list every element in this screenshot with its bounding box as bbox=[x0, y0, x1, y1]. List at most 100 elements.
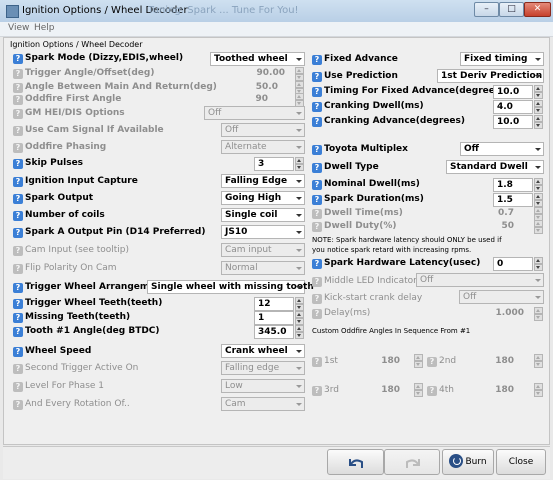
burn-button[interactable]: Burn bbox=[442, 449, 494, 475]
ignition-input-select[interactable]: Falling Edge bbox=[221, 174, 305, 188]
skip-pulses-spinner[interactable] bbox=[295, 157, 304, 171]
dwell-type-select[interactable]: Standard Dwell bbox=[446, 160, 544, 174]
spark-duration-input[interactable]: 1.5 bbox=[493, 193, 533, 207]
spark-mode-select[interactable]: Toothed wheel bbox=[210, 52, 305, 66]
help-icon[interactable]: ? bbox=[13, 313, 23, 323]
angle-2nd-spinner[interactable] bbox=[534, 354, 543, 368]
help-icon[interactable]: ? bbox=[13, 299, 23, 309]
help-icon[interactable]: ? bbox=[13, 126, 23, 136]
help-icon[interactable]: ? bbox=[312, 163, 322, 173]
tooth1-angle-spinner[interactable] bbox=[295, 325, 304, 339]
help-icon[interactable]: ? bbox=[312, 87, 322, 97]
help-icon[interactable]: ? bbox=[13, 109, 23, 119]
help-icon[interactable]: ? bbox=[13, 83, 23, 93]
menu-help[interactable]: Help bbox=[34, 23, 55, 33]
trigger-teeth-spinner[interactable] bbox=[295, 297, 304, 311]
missing-teeth-spinner[interactable] bbox=[295, 311, 304, 325]
help-icon[interactable]: ? bbox=[312, 195, 322, 205]
nominal-dwell-spinner[interactable] bbox=[534, 178, 543, 192]
angle-3rd-spinner[interactable] bbox=[414, 383, 423, 397]
help-icon[interactable]: ? bbox=[13, 177, 23, 187]
skip-pulses-input[interactable]: 3 bbox=[254, 157, 294, 171]
dwell-time-spinner[interactable] bbox=[534, 207, 543, 221]
help-icon[interactable]: ? bbox=[13, 400, 23, 410]
use-cam-select[interactable]: Off bbox=[221, 123, 305, 137]
angle-4th-spinner[interactable] bbox=[534, 383, 543, 397]
help-icon[interactable]: ? bbox=[13, 69, 23, 79]
help-icon[interactable]: ? bbox=[13, 382, 23, 392]
help-icon[interactable]: ? bbox=[312, 209, 322, 219]
gm-hei-select[interactable]: Off bbox=[204, 106, 305, 120]
timing-fixed-spinner[interactable] bbox=[534, 85, 543, 99]
toyota-multiplex-select[interactable]: Off bbox=[460, 142, 544, 156]
help-icon[interactable]: ? bbox=[13, 143, 23, 153]
help-icon[interactable]: ? bbox=[312, 180, 322, 190]
help-icon[interactable]: ? bbox=[312, 386, 322, 396]
help-icon[interactable]: ? bbox=[312, 102, 322, 112]
help-icon[interactable]: ? bbox=[312, 309, 322, 319]
minimize-button[interactable]: – bbox=[474, 2, 499, 17]
close-button[interactable]: Close bbox=[496, 449, 546, 475]
every-rotation-select[interactable]: Cam bbox=[221, 397, 305, 411]
timing-fixed-input[interactable]: 10.0 bbox=[493, 85, 533, 99]
help-icon[interactable]: ? bbox=[312, 259, 322, 269]
cranking-dwell-input[interactable]: 4.0 bbox=[493, 100, 533, 114]
help-icon[interactable]: ? bbox=[13, 364, 23, 374]
help-icon[interactable]: ? bbox=[312, 55, 322, 65]
spark-a-output-select[interactable]: JS10 bbox=[221, 225, 305, 239]
help-icon[interactable]: ? bbox=[13, 95, 23, 105]
menu-view[interactable]: View bbox=[8, 23, 29, 33]
oddfire-phasing-select[interactable]: Alternate bbox=[221, 140, 305, 154]
help-icon[interactable]: ? bbox=[13, 283, 23, 293]
trigger-angle-spinner[interactable] bbox=[295, 67, 304, 81]
missing-teeth-input[interactable]: 1 bbox=[254, 311, 294, 325]
cranking-advance-input[interactable]: 10.0 bbox=[493, 115, 533, 129]
help-icon[interactable]: ? bbox=[312, 72, 322, 82]
help-icon[interactable]: ? bbox=[13, 159, 23, 169]
spark-latency-input[interactable]: 0 bbox=[493, 257, 533, 271]
maximize-button[interactable]: □ bbox=[499, 2, 524, 17]
help-icon[interactable]: ? bbox=[13, 211, 23, 221]
fixed-advance-select[interactable]: Fixed timing bbox=[460, 52, 544, 66]
flip-polarity-select[interactable]: Normal bbox=[221, 261, 305, 275]
cranking-advance-spinner[interactable] bbox=[534, 115, 543, 129]
help-icon[interactable]: ? bbox=[13, 327, 23, 337]
help-icon[interactable]: ? bbox=[312, 277, 322, 287]
dwell-duty-spinner[interactable] bbox=[534, 220, 543, 234]
help-icon[interactable]: ? bbox=[13, 228, 23, 238]
spark-duration-spinner[interactable] bbox=[534, 193, 543, 207]
use-prediction-select[interactable]: 1st Deriv Prediction bbox=[437, 69, 544, 83]
angle-1st-spinner[interactable] bbox=[414, 354, 423, 368]
help-icon[interactable]: ? bbox=[312, 117, 322, 127]
redo-button[interactable] bbox=[384, 449, 440, 475]
level-phase-select[interactable]: Low bbox=[221, 379, 305, 393]
wheel-speed-select[interactable]: Crank wheel bbox=[221, 344, 305, 358]
spark-output-select[interactable]: Going High bbox=[221, 191, 305, 205]
help-icon[interactable]: ? bbox=[13, 54, 23, 64]
nominal-dwell-input[interactable]: 1.8 bbox=[493, 178, 533, 192]
tooth1-angle-input[interactable]: 345.0 bbox=[254, 325, 294, 339]
help-icon[interactable]: ? bbox=[13, 246, 23, 256]
help-icon[interactable]: ? bbox=[312, 222, 322, 232]
undo-button[interactable] bbox=[327, 449, 384, 475]
delay-spinner[interactable] bbox=[534, 307, 543, 321]
spark-latency-spinner[interactable] bbox=[534, 257, 543, 271]
help-icon[interactable]: ? bbox=[312, 357, 322, 367]
num-coils-select[interactable]: Single coil bbox=[221, 208, 305, 222]
kickstart-select[interactable]: Off bbox=[459, 290, 544, 304]
cranking-dwell-spinner[interactable] bbox=[534, 100, 543, 114]
help-icon[interactable]: ? bbox=[13, 264, 23, 274]
trigger-arrangement-select[interactable]: Single wheel with missing tooth bbox=[147, 280, 314, 294]
close-window-button[interactable]: ✕ bbox=[524, 2, 551, 17]
trigger-teeth-input[interactable]: 12 bbox=[254, 297, 294, 311]
middle-led-select[interactable]: Off bbox=[416, 273, 544, 287]
help-icon[interactable]: ? bbox=[13, 347, 23, 357]
help-icon[interactable]: ? bbox=[13, 194, 23, 204]
second-trigger-select[interactable]: Falling edge bbox=[221, 361, 305, 375]
help-icon[interactable]: ? bbox=[427, 386, 437, 396]
help-icon[interactable]: ? bbox=[312, 294, 322, 304]
cam-input-select[interactable]: Cam input bbox=[221, 243, 305, 257]
help-icon[interactable]: ? bbox=[427, 357, 437, 367]
oddfire-first-spinner[interactable] bbox=[295, 93, 304, 107]
help-icon[interactable]: ? bbox=[312, 145, 322, 155]
